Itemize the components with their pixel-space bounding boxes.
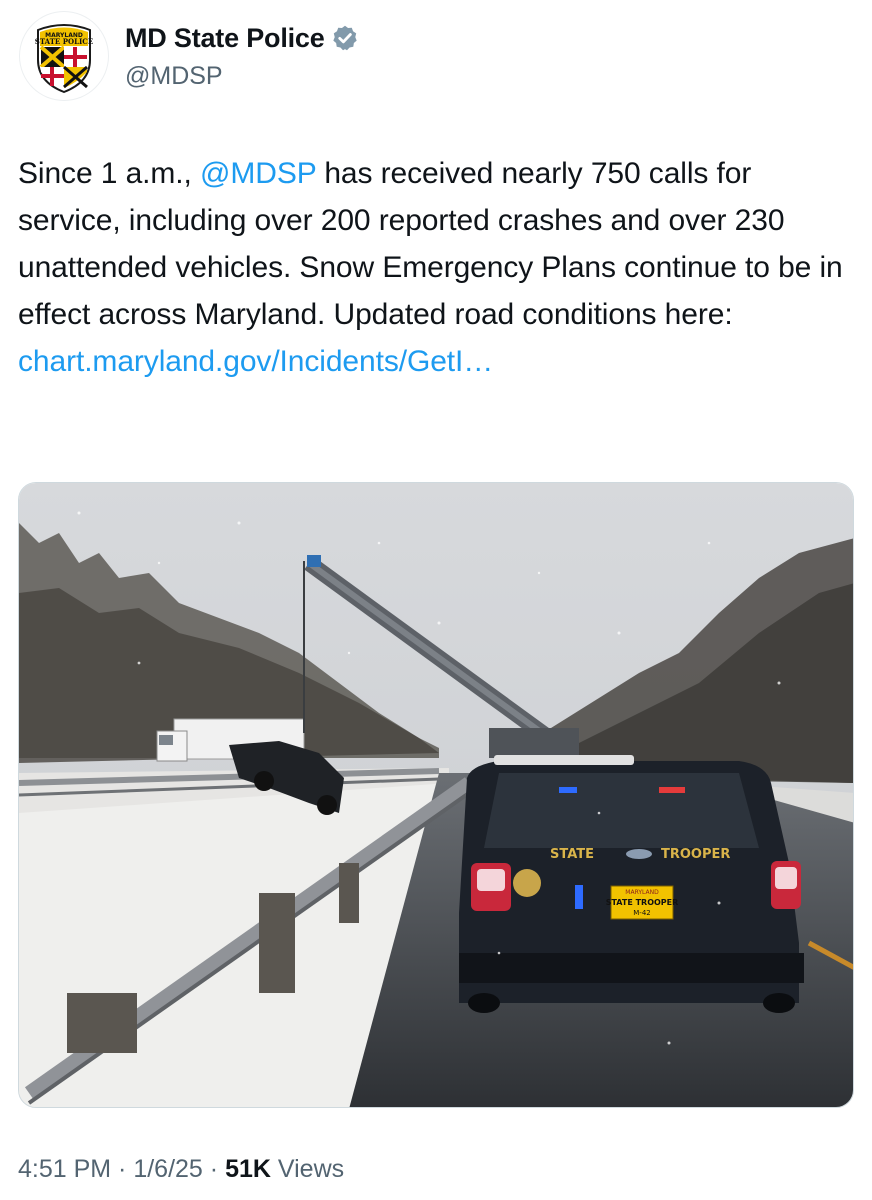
maryland-state-police-badge-icon: MARYLAND STATE POLICE xyxy=(35,24,93,94)
display-name[interactable]: MD State Police xyxy=(125,23,325,54)
views-count[interactable]: 51K xyxy=(225,1155,271,1183)
tweet-header: MARYLAND STATE POLICE MD State Police @M… xyxy=(18,10,854,106)
url-link[interactable]: chart.maryland.gov/Incidents/GetI… xyxy=(18,345,493,378)
trunk-text-left: STATE xyxy=(550,847,594,862)
timestamp-time[interactable]: 4:51 PM xyxy=(18,1155,111,1183)
tweet-photo[interactable]: STATE TROOPER MARYLAND STATE TROOPER M-4… xyxy=(18,482,854,1108)
tweet-meta: 4:51 PM · 1/6/25 · 51K Views xyxy=(18,1155,344,1184)
mention-link[interactable]: @MDSP xyxy=(200,157,316,190)
tweet-text: Since 1 a.m., @MDSP has received nearly … xyxy=(18,150,858,385)
meta-separator: · xyxy=(202,1155,226,1183)
plate-text-mid: STATE TROOPER xyxy=(606,898,679,907)
author-handle[interactable]: @MDSP xyxy=(125,62,359,91)
author-names: MD State Police @MDSP xyxy=(125,20,359,91)
trunk-text-right: TROOPER xyxy=(661,847,730,862)
timestamp-date[interactable]: 1/6/25 xyxy=(133,1155,203,1183)
tweet-text-part-1: Since 1 a.m., xyxy=(18,157,201,190)
snowy-highway-photo: STATE TROOPER MARYLAND STATE TROOPER M-4… xyxy=(19,483,853,1107)
views-label[interactable]: Views xyxy=(271,1155,344,1183)
plate-text-bottom: M-42 xyxy=(633,909,650,917)
verified-badge-icon[interactable] xyxy=(331,24,359,52)
avatar-text-mid: STATE POLICE xyxy=(35,37,93,46)
avatar[interactable]: MARYLAND STATE POLICE xyxy=(20,12,108,100)
meta-separator: · xyxy=(111,1155,134,1183)
display-name-row: MD State Police xyxy=(125,20,359,56)
plate-text-top: MARYLAND xyxy=(625,889,659,896)
